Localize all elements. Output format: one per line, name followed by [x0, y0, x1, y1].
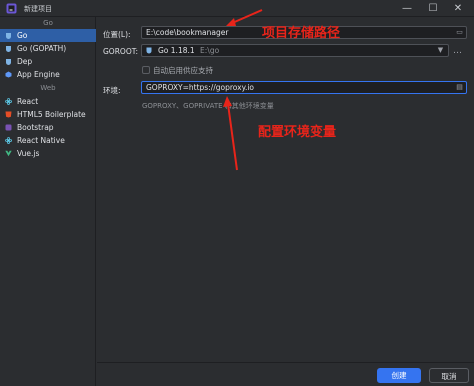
sidebar-item-label: React Native — [17, 136, 65, 145]
env-input[interactable]: GOPROXY=https://goproxy.io ▤ — [141, 81, 467, 94]
location-label: 位置(L): — [103, 30, 131, 39]
sidebar-item-vue[interactable]: Vue.js — [0, 147, 96, 160]
sidebar-item-html5-boilerplate[interactable]: HTML5 Boilerplate — [0, 108, 96, 121]
go-sdk-icon — [146, 47, 152, 54]
env-hint: GOPROXY、GOPRIVATE 和其他环境变量 — [142, 102, 274, 110]
env-label: 环境: — [103, 86, 121, 95]
section-header-go: Go — [43, 19, 53, 27]
sidebar-item-label: Vue.js — [17, 149, 40, 158]
edit-env-icon[interactable]: ▤ — [454, 83, 465, 92]
env-value: GOPROXY=https://goproxy.io — [146, 83, 255, 92]
sidebar-item-react[interactable]: React — [0, 95, 96, 108]
sidebar-item-react-native[interactable]: React Native — [0, 134, 96, 147]
react-icon — [5, 98, 12, 105]
project-type-sidebar: Go Go Go (GOPATH) Dep App Engine Web Rea… — [0, 17, 96, 386]
project-settings-panel: 位置(L): E:\code\bookmanager ▭ GOROOT: Go … — [97, 17, 474, 386]
html5-icon — [5, 111, 12, 118]
react-icon — [5, 137, 12, 144]
sidebar-item-label: HTML5 Boilerplate — [17, 110, 86, 119]
create-button[interactable]: 创建 — [377, 368, 421, 383]
sidebar-item-go[interactable]: Go — [0, 29, 96, 42]
location-value: E:\code\bookmanager — [146, 28, 229, 37]
sidebar-item-label: Go (GOPATH) — [17, 44, 67, 53]
goroot-select[interactable]: Go 1.18.1 E:\go ▼ — [141, 44, 449, 57]
sidebar-item-dep[interactable]: Dep — [0, 55, 96, 68]
chevron-down-icon[interactable]: ▼ — [435, 46, 446, 55]
maximize-icon[interactable]: ☐ — [426, 2, 440, 15]
window-title: 新建项目 — [24, 5, 52, 13]
goroot-label: GOROOT: — [103, 47, 139, 56]
sidebar-item-label: Bootstrap — [17, 123, 54, 132]
sidebar-item-label: React — [17, 97, 39, 106]
vendor-checkbox[interactable] — [142, 66, 150, 74]
sidebar-item-label: App Engine — [17, 70, 60, 79]
goroot-path: E:\go — [200, 46, 220, 55]
sidebar-item-bootstrap[interactable]: Bootstrap — [0, 121, 96, 134]
go-icon — [6, 59, 11, 65]
sidebar-item-label: Go — [17, 31, 28, 40]
minimize-icon[interactable]: — — [400, 2, 414, 15]
title-bar: 新建项目 — ☐ ✕ — [0, 0, 474, 17]
cancel-button[interactable]: 取消 — [429, 368, 469, 383]
dialog-footer: 创建 取消 — [97, 362, 474, 386]
annotation-location-note: 项目存储路径 — [262, 26, 341, 41]
app-logo-icon — [6, 3, 17, 14]
go-icon — [6, 46, 11, 52]
annotation-env-note: 配置环境变量 — [258, 125, 337, 140]
sidebar-item-app-engine[interactable]: App Engine — [0, 68, 96, 81]
vue-icon — [5, 150, 12, 157]
sidebar-item-label: Dep — [17, 57, 33, 66]
folder-icon[interactable]: ▭ — [454, 28, 465, 37]
close-icon[interactable]: ✕ — [451, 2, 465, 15]
vendor-label: 自动启用供应支持 — [153, 66, 213, 75]
section-header-web: Web — [40, 84, 56, 92]
goroot-version: Go 1.18.1 — [158, 46, 195, 55]
bootstrap-icon — [5, 124, 12, 131]
more-options-icon[interactable]: … — [453, 46, 462, 56]
app-engine-icon — [5, 71, 12, 78]
go-icon — [6, 33, 11, 39]
sidebar-item-go-gopath[interactable]: Go (GOPATH) — [0, 42, 96, 55]
